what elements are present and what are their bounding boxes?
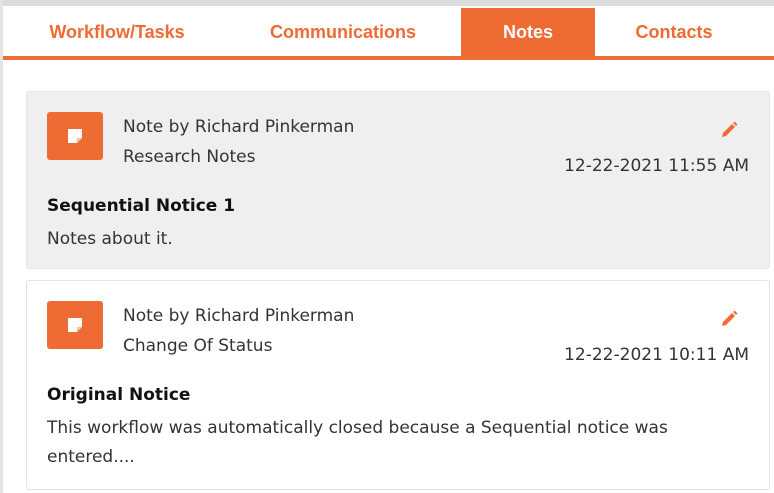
note-category: Research Notes [123, 147, 256, 167]
note-body: Notes about it. [47, 229, 173, 249]
pencil-icon[interactable] [719, 120, 739, 140]
note-card: Note by Richard Pinkerman Research Notes… [26, 91, 770, 269]
note-author: Note by Richard Pinkerman [123, 117, 355, 137]
tab-underline [3, 56, 774, 60]
sticky-note-icon [47, 112, 103, 160]
note-author: Note by Richard Pinkerman [123, 306, 355, 326]
pencil-icon[interactable] [719, 309, 739, 329]
note-title: Sequential Notice 1 [47, 196, 236, 216]
sticky-note-icon [47, 301, 103, 349]
window-left-border [0, 0, 3, 493]
tab-communications[interactable]: Communications [243, 8, 443, 57]
note-datetime: 12-22-2021 11:55 AM [564, 156, 749, 176]
tab-contacts[interactable]: Contacts [595, 8, 753, 57]
note-datetime: 12-22-2021 10:11 AM [564, 345, 749, 365]
note-card: Note by Richard Pinkerman Change Of Stat… [26, 280, 770, 490]
note-category: Change Of Status [123, 336, 273, 356]
tab-bar: Workflow/Tasks Communications Notes Cont… [3, 6, 774, 58]
note-title: Original Notice [47, 385, 191, 405]
tab-notes[interactable]: Notes [461, 8, 595, 57]
note-body: This workflow was automatically closed b… [47, 418, 668, 467]
tab-workflow-tasks[interactable]: Workflow/Tasks [17, 8, 217, 57]
